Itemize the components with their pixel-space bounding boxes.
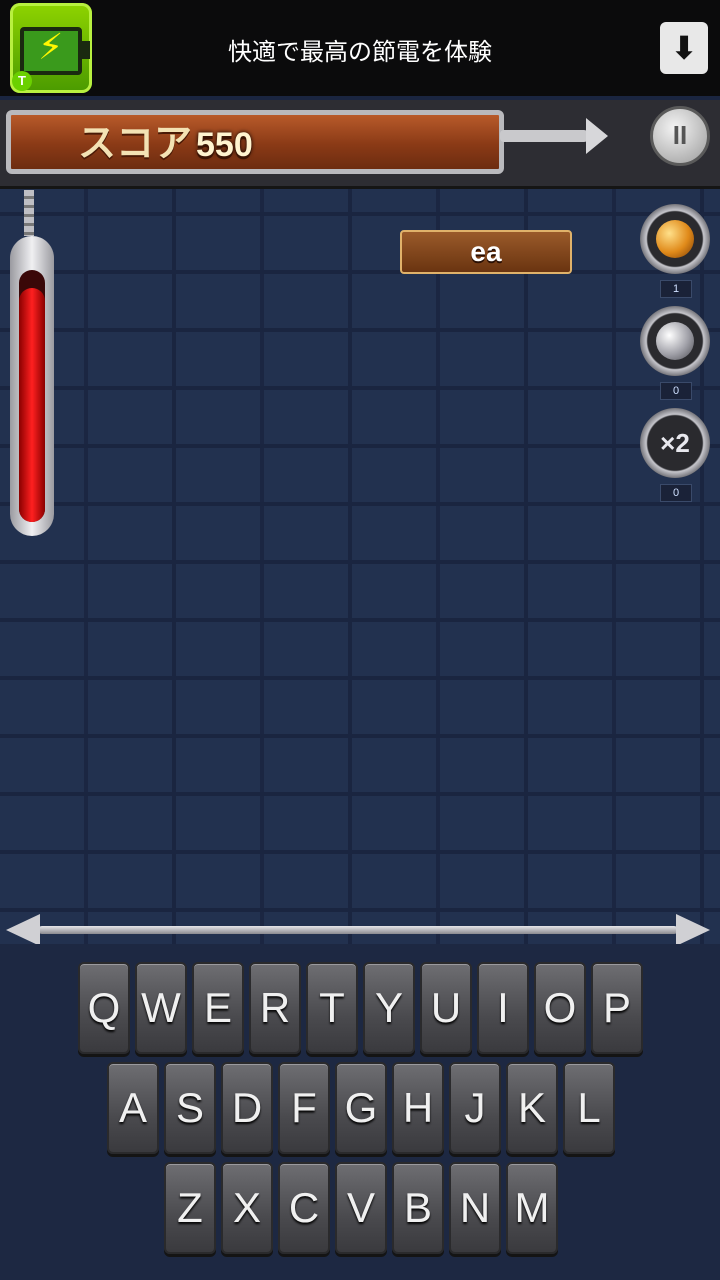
- key-s[interactable]: S: [164, 1062, 216, 1154]
- key-o[interactable]: O: [534, 962, 586, 1054]
- key-e[interactable]: E: [192, 962, 244, 1054]
- score-value: 550: [196, 126, 253, 164]
- shield-powerup-button[interactable]: [640, 306, 710, 376]
- lightning-icon: ⚡: [38, 26, 64, 67]
- key-b[interactable]: B: [392, 1162, 444, 1254]
- multiplier-count: 0: [660, 484, 692, 502]
- falling-word: ea: [400, 230, 572, 274]
- bomb-icon: [656, 220, 694, 258]
- danger-line: [6, 914, 710, 946]
- key-i[interactable]: I: [477, 962, 529, 1054]
- ad-banner[interactable]: ⚡ T 快適で最高の節電を体験 ⬇: [0, 0, 720, 96]
- pause-button[interactable]: II: [650, 106, 710, 166]
- key-j[interactable]: J: [449, 1062, 501, 1154]
- key-t[interactable]: T: [306, 962, 358, 1054]
- key-q[interactable]: Q: [78, 962, 130, 1054]
- key-p[interactable]: P: [591, 962, 643, 1054]
- key-x[interactable]: X: [221, 1162, 273, 1254]
- multiplier-icon: ×2: [656, 424, 694, 462]
- key-l[interactable]: L: [563, 1062, 615, 1154]
- key-w[interactable]: W: [135, 962, 187, 1054]
- key-d[interactable]: D: [221, 1062, 273, 1154]
- key-m[interactable]: M: [506, 1162, 558, 1254]
- key-g[interactable]: G: [335, 1062, 387, 1154]
- download-icon[interactable]: ⬇: [660, 22, 708, 74]
- multiplier-powerup-button[interactable]: ×2: [640, 408, 710, 478]
- key-r[interactable]: R: [249, 962, 301, 1054]
- health-fill: [19, 288, 45, 522]
- key-f[interactable]: F: [278, 1062, 330, 1154]
- key-h[interactable]: H: [392, 1062, 444, 1154]
- key-c[interactable]: C: [278, 1162, 330, 1254]
- spear-ornament: [500, 118, 608, 154]
- key-v[interactable]: V: [335, 1162, 387, 1254]
- shield-icon: [656, 322, 694, 360]
- bomb-powerup-button[interactable]: [640, 204, 710, 274]
- score-label: スコア: [78, 123, 193, 165]
- key-k[interactable]: K: [506, 1062, 558, 1154]
- key-z[interactable]: Z: [164, 1162, 216, 1254]
- shield-count: 0: [660, 382, 692, 400]
- key-n[interactable]: N: [449, 1162, 501, 1254]
- app-badge: T: [12, 71, 32, 91]
- ad-text[interactable]: 快適で最高の節電を体験: [120, 32, 600, 67]
- bomb-count: 1: [660, 280, 692, 298]
- key-a[interactable]: A: [107, 1062, 159, 1154]
- chain: [24, 190, 34, 236]
- battery-app-icon[interactable]: ⚡ T: [10, 3, 92, 93]
- key-y[interactable]: Y: [363, 962, 415, 1054]
- key-u[interactable]: U: [420, 962, 472, 1054]
